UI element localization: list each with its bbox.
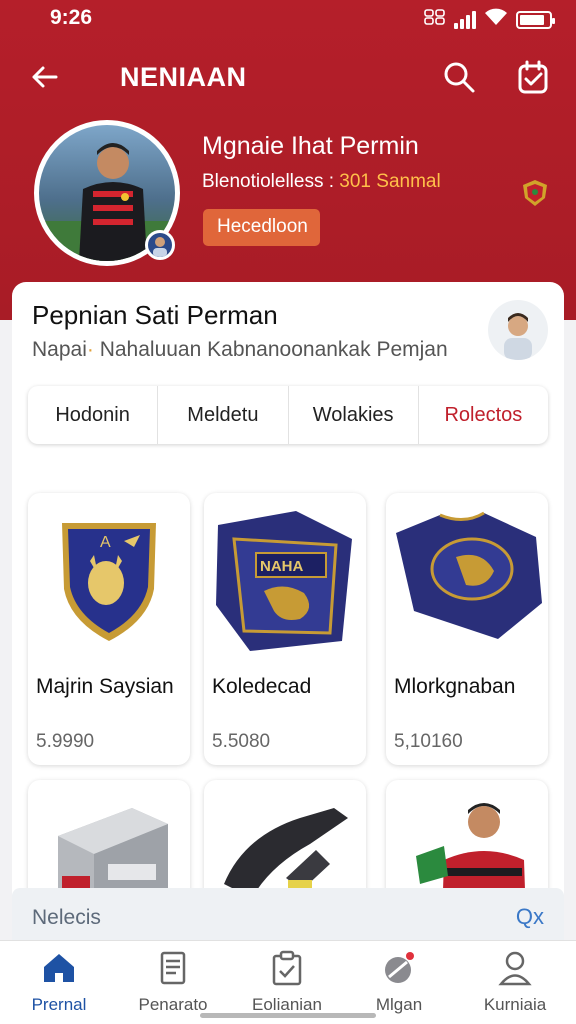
filter-tabs: Hodonin Meldetu Wolakies Rolectos	[28, 386, 548, 444]
back-arrow-icon[interactable]	[28, 60, 62, 94]
nav-label: Eolianian	[252, 995, 322, 1014]
product-price: 5.9990	[36, 731, 95, 752]
nav-item-clipboard[interactable]: Eolianian	[232, 949, 342, 1019]
nav-item-profile[interactable]: Kurniaia	[460, 949, 570, 1019]
jersey-image	[386, 493, 548, 663]
profile-name: Mgnaie Ihat Permin	[202, 132, 419, 160]
flag-banner-image: NAHA	[204, 493, 366, 663]
coach-avatar[interactable]	[488, 300, 548, 360]
mini-avatar	[145, 230, 175, 260]
subtitle-rest: Nahaluuan Kabnanoonankak Pemjan	[93, 338, 448, 361]
product-card[interactable]: NAHA Koledecad 5.5080	[204, 493, 366, 765]
product-card[interactable]: A Majrin Saysian 5.9990	[28, 493, 190, 765]
home-indicator[interactable]	[200, 1013, 376, 1018]
club-crest-icon[interactable]	[520, 178, 550, 208]
tab-meldetu[interactable]: Meldetu	[158, 386, 289, 444]
notice-action[interactable]: Qx	[516, 904, 544, 930]
nav-label: Mlgan	[375, 995, 423, 1014]
home-icon	[4, 949, 114, 987]
user-icon	[460, 949, 570, 987]
app-bar: NENIAAN	[0, 52, 576, 104]
nav-label: Prernal	[31, 995, 87, 1014]
tab-hodonin[interactable]: Hodonin	[28, 386, 159, 444]
subtitle-start: Napai	[32, 338, 87, 361]
profile-stat-label: Blenotiolelless :	[202, 171, 340, 192]
status-time: 9:26	[50, 6, 93, 29]
bottom-nav: Prernal Penarato Eolianian Mlgan Kurniai…	[0, 940, 576, 1024]
product-price: 5,10160	[394, 731, 463, 752]
wifi-icon	[484, 8, 508, 31]
profile-action-button[interactable]: Hecedloon	[203, 209, 320, 246]
product-name: Koledecad	[212, 675, 312, 698]
page-title: NENIAAN	[120, 62, 247, 92]
tab-rolectos[interactable]: Rolectos	[419, 386, 548, 444]
product-name: Mlorkgnaban	[394, 675, 516, 698]
tab-wolakies[interactable]: Wolakies	[289, 386, 419, 444]
shuttlecock-icon	[344, 949, 454, 987]
nav-label: Penarato	[138, 995, 208, 1014]
battery-icon	[516, 10, 555, 29]
signal-icon	[454, 10, 476, 29]
nav-label: Kurniaia	[483, 995, 547, 1014]
nav-item-home[interactable]: Prernal	[4, 949, 114, 1019]
profile-stat-value: 301 Sanmal	[339, 171, 441, 192]
product-name: Majrin Saysian	[36, 675, 174, 698]
notice-label: Nelecis	[32, 906, 101, 929]
clipboard-check-icon[interactable]	[514, 58, 552, 96]
section-title: Pepnian Sati Perman	[32, 300, 278, 330]
subtitle-separator: ·	[86, 338, 94, 361]
clipboard-icon	[232, 949, 342, 987]
search-icon[interactable]	[440, 58, 478, 96]
product-price: 5.5080	[212, 731, 271, 752]
notice-bar: Nelecis Qx	[12, 888, 564, 944]
nav-item-document[interactable]: Penarato	[118, 949, 228, 1019]
profile-stat: Blenotiolelless : 301 Sanmal	[202, 171, 441, 193]
sim-icon	[424, 8, 446, 31]
product-card[interactable]: Mlorkgnaban 5,10160	[386, 493, 548, 765]
svg-text:NAHA: NAHA	[260, 558, 303, 575]
nav-item-shuttlecock[interactable]: Mlgan	[344, 949, 454, 1019]
status-bar: 9:26	[0, 6, 576, 30]
document-icon	[118, 949, 228, 987]
svg-text:A: A	[100, 534, 111, 551]
crest-shield-image: A	[28, 493, 190, 663]
section-subtitle: Napai· Nahaluuan Kabnanoonankak Pemjan	[32, 338, 448, 362]
